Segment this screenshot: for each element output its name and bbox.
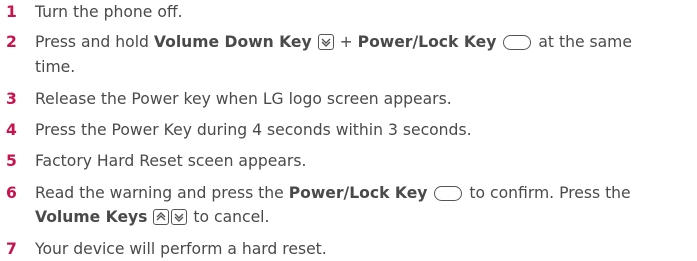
step-text: time.	[35, 58, 76, 76]
power-lock-key-label: Power/Lock Key	[357, 33, 497, 51]
volume-down-key-icon	[317, 34, 334, 50]
step-text: Release the Power key when LG logo scree…	[35, 90, 452, 108]
step-text: at the same	[533, 33, 632, 51]
step-text: Turn the phone off.	[35, 3, 183, 21]
step-text: to cancel.	[188, 208, 270, 226]
step-number: 4	[6, 121, 17, 139]
volume-up-key-icon	[153, 209, 170, 225]
step-text: to confirm. Press the	[464, 184, 631, 202]
reset-steps-list: 1 Turn the phone off. 2 Press and hold V…	[0, 0, 697, 258]
step-number: 1	[6, 3, 17, 21]
step-text: Press and hold	[35, 33, 154, 51]
volume-down-key-icon	[171, 209, 188, 225]
step-number: 2	[6, 33, 17, 51]
volume-keys-label: Volume Keys	[35, 208, 148, 226]
step-text: Press the Power Key during 4 seconds wit…	[35, 121, 472, 139]
step-text: +	[334, 33, 358, 51]
power-lock-key-icon	[503, 35, 532, 50]
step-number: 6	[6, 184, 17, 202]
step-number: 7	[6, 240, 17, 258]
volume-down-key-label: Volume Down Key	[153, 33, 312, 51]
power-lock-key-icon	[434, 186, 463, 201]
power-lock-key-label: Power/Lock Key	[288, 184, 428, 202]
step-number: 5	[6, 152, 17, 170]
step-number: 3	[6, 90, 17, 108]
step-text: Read the warning and press the	[35, 184, 289, 202]
step-text: Factory Hard Reset sceen appears.	[35, 152, 307, 170]
step-text: Your device will perform a hard reset.	[35, 240, 327, 258]
